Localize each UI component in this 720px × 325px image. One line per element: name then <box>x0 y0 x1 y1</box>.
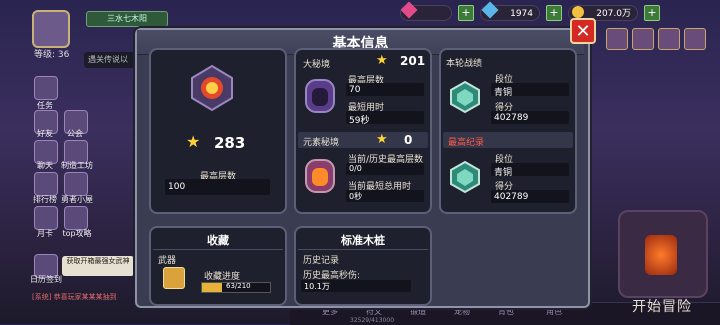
best-rank-emblem-icon <box>450 160 480 194</box>
side-guild-label: 公会 <box>67 129 83 138</box>
player-level: 等级: 36 <box>34 50 70 60</box>
toast-message: 获取开箱最强女武神 <box>62 256 134 276</box>
diamond-add-button[interactable]: + <box>546 5 562 21</box>
side-workshop-label: 制造工坊 <box>61 161 93 170</box>
tower-max-floor-value: 100 <box>168 182 186 192</box>
best-record-title: 最高纪录 <box>448 138 485 148</box>
summon-icon[interactable] <box>658 28 680 50</box>
collection-title: 收藏 <box>207 234 229 247</box>
great-secret-stars: 201 <box>400 54 426 68</box>
season-score-value: 402789 <box>494 113 529 123</box>
season-rank-value: 青铜 <box>494 88 513 98</box>
exp-text: 32529/413000 <box>350 317 395 324</box>
collection-progress-value: 63/210 <box>226 282 251 290</box>
player-avatar[interactable] <box>32 10 70 48</box>
season-header: 本轮战绩 <box>446 59 483 69</box>
portal-core-icon <box>645 235 677 275</box>
dummy-dps-value: 10.1万 <box>304 282 330 291</box>
side-calendar-label: 日历签到 <box>30 275 62 284</box>
great-secret-star-icon: ★ <box>376 53 388 68</box>
close-button[interactable]: ✕ <box>570 18 596 44</box>
great-secret-floor-value: 70 <box>349 85 361 95</box>
great-secret-time-value: 59秒 <box>349 116 370 126</box>
gold-add-button[interactable]: + <box>644 5 660 21</box>
side-guide-label: top攻略 <box>62 229 92 238</box>
collection-progress-label: 收藏进度 <box>204 272 241 282</box>
best-score-value: 402789 <box>494 192 529 202</box>
tower-stars: 283 <box>214 134 246 152</box>
weapon-icon <box>163 267 185 289</box>
side-guide-icon[interactable] <box>64 206 88 230</box>
element-secret-cur-value: 0/0 <box>349 164 362 173</box>
side-task-icon[interactable] <box>34 76 58 100</box>
element-secret-star-icon: ★ <box>376 132 388 147</box>
collection-divider <box>153 249 283 250</box>
great-secret-name: 大秘境 <box>303 60 331 70</box>
collection-progress-fill <box>202 283 222 292</box>
dummy-history-label: 历史记录 <box>303 256 340 266</box>
element-secret-time-value: 0秒 <box>349 192 363 201</box>
system-message: [系统] 恭喜玩家某某某抽到 <box>32 293 117 301</box>
dummy-divider <box>298 249 428 250</box>
best-rank-value: 青铜 <box>494 168 513 178</box>
challenge-icon[interactable] <box>606 28 628 50</box>
heart-add-button[interactable]: + <box>458 5 474 21</box>
bronze-rank-emblem-icon <box>450 80 480 114</box>
start-adventure-button[interactable]: 开始冒险 <box>632 296 692 316</box>
element-secret-name: 元素秘境 <box>303 138 340 148</box>
side-monthcard-icon[interactable] <box>34 206 58 230</box>
gold-coin-icon <box>572 6 584 18</box>
tower-star-icon: ★ <box>186 132 201 151</box>
gift-pack-icon[interactable] <box>684 28 706 50</box>
side-hut-icon[interactable] <box>64 172 88 196</box>
side-ranking-icon[interactable] <box>34 172 58 196</box>
weapon-label: 武器 <box>158 256 177 266</box>
great-secret-portal-icon <box>305 79 335 113</box>
tower-emblem-icon <box>191 64 233 112</box>
player-name-plate: 三水七木阳 <box>86 11 168 27</box>
welfare-icon[interactable] <box>632 28 654 50</box>
side-friends-label: 好友 <box>37 129 53 138</box>
element-secret-stars: 0 <box>404 133 413 147</box>
side-hut-label: 勇者小屋 <box>61 195 93 204</box>
element-secret-portal-icon <box>305 159 335 193</box>
dummy-title: 标准木桩 <box>341 234 385 247</box>
